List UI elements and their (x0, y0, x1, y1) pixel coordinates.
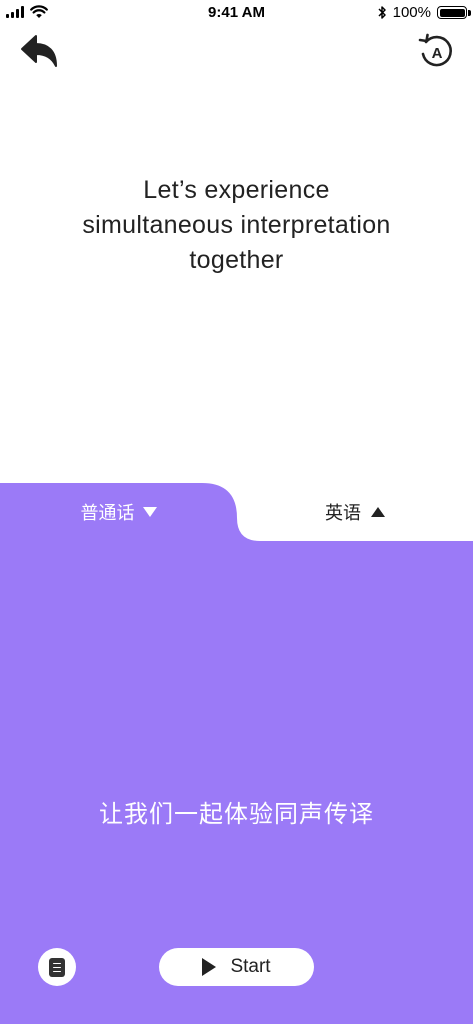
document-icon (49, 957, 65, 977)
target-language-selector[interactable]: 英语 (237, 483, 473, 541)
bluetooth-icon (378, 6, 386, 19)
target-language-label: 英语 (325, 503, 361, 523)
caret-down-icon (142, 507, 157, 517)
source-language-selector[interactable]: 普通话 (0, 483, 237, 541)
caret-up-icon (371, 507, 385, 517)
start-label: Start (230, 956, 271, 977)
status-right: 100% (377, 4, 471, 21)
status-bar: 9:41 AM 100% (0, 0, 473, 26)
back-button[interactable] (18, 32, 62, 72)
battery-fill (439, 8, 465, 17)
headline-line-2: simultaneous interpretation (82, 211, 391, 239)
history-language-icon: A (418, 33, 452, 67)
purple-panel (0, 483, 473, 1024)
history-language-button[interactable]: A (417, 32, 455, 70)
prompt-text: 让我们一起体验同声传译 (99, 801, 374, 828)
source-language-label: 普通话 (80, 503, 135, 523)
history-letter: A (432, 45, 443, 62)
headline-line-1: Let’s experience (143, 176, 330, 204)
battery-cap (468, 10, 471, 16)
notes-button[interactable] (38, 948, 76, 986)
battery-percent: 100% (392, 4, 431, 21)
battery-icon (437, 6, 471, 19)
headline: Let’s experience simultaneous interpreta… (0, 173, 473, 278)
screen: 9:41 AM 100% A Let’s experience simultan… (0, 0, 473, 1024)
undo-arrow-icon (21, 35, 57, 67)
headline-line-3: together (189, 246, 284, 274)
play-icon (202, 958, 217, 976)
start-button[interactable]: Start (159, 948, 314, 986)
